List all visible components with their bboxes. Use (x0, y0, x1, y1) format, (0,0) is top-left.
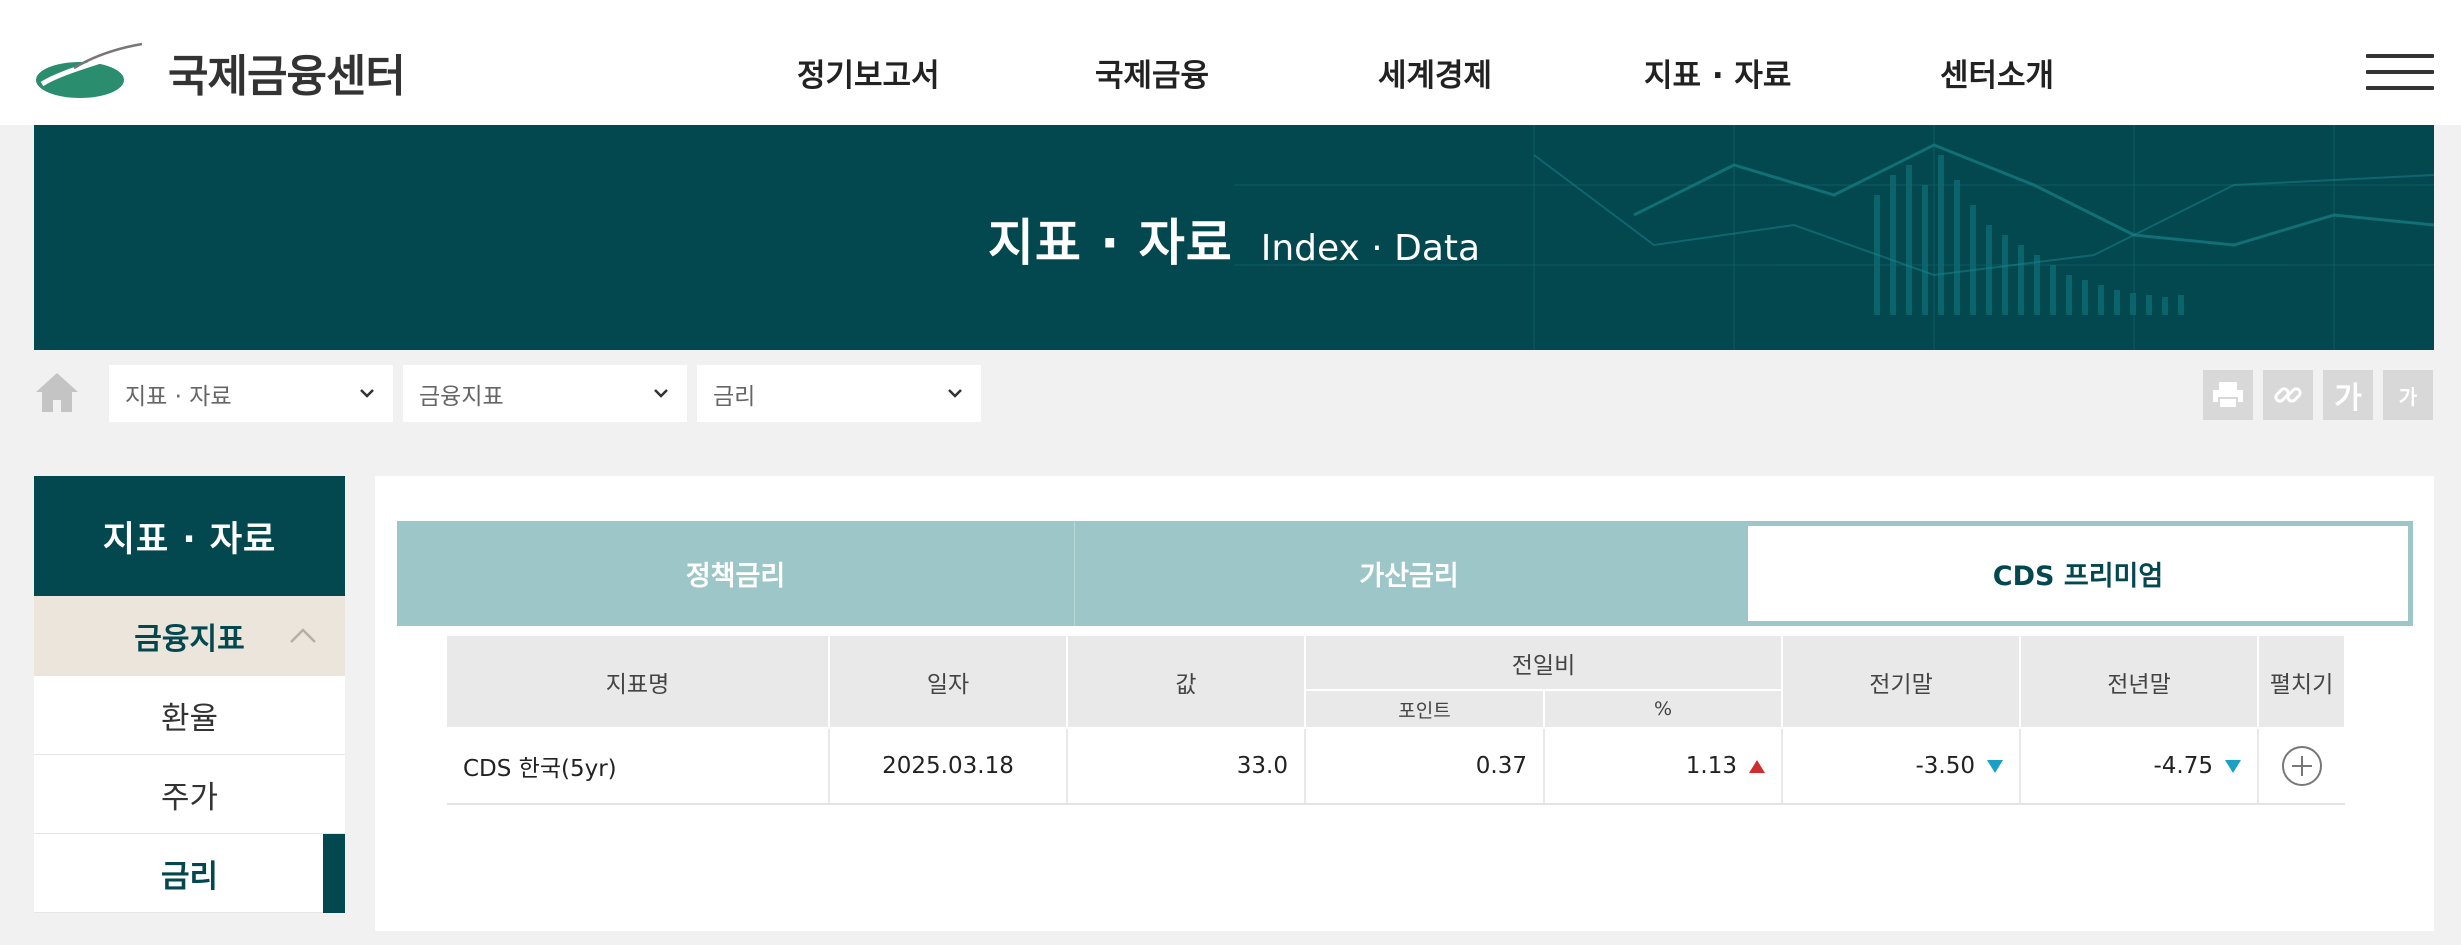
site-header: 국제금융센터 정기보고서 국제금융 세계경제 지표 · 자료 센터소개 (0, 0, 2461, 125)
breadcrumb-level2-label: 금융지표 (419, 383, 504, 410)
arrow-down-icon (2225, 760, 2242, 773)
nav-international-finance[interactable]: 국제금융 (1095, 50, 1209, 95)
change-pct-value: 1.13 (1685, 753, 1738, 779)
sidebar-category-label: 금융지표 (134, 622, 245, 657)
sidebar-item-label: 환율 (160, 700, 219, 737)
nav-periodic-reports[interactable]: 정기보고서 (797, 50, 940, 95)
arrow-down-icon (1987, 760, 2004, 773)
table-row: CDS 한국(5yr) 2025.03.18 33.0 0.37 1.13 -3… (447, 728, 2346, 805)
copy-link-button[interactable] (2263, 370, 2313, 420)
font-reduce-button[interactable]: 가 (2383, 370, 2433, 420)
print-button[interactable] (2203, 370, 2253, 420)
nav-about[interactable]: 센터소개 (1940, 50, 2054, 95)
sidebar-title: 지표 · 자료 (34, 476, 345, 596)
col-header-name: 지표명 (447, 636, 830, 729)
prev-year-value: -4.75 (2153, 753, 2214, 779)
sidebar-item-interest-rate[interactable]: 금리 (34, 834, 345, 913)
breadcrumb-select-level2[interactable]: 금융지표 (403, 365, 687, 422)
tab-cds-premium[interactable]: CDS 프리미엄 (1743, 521, 2413, 626)
breadcrumb-select-level1[interactable]: 지표 · 자료 (109, 365, 393, 422)
prev-period-value: -3.50 (1915, 753, 1976, 779)
indicator-table: 지표명 일자 값 전일비 전기말 전년말 펼치기 포인트 % CDS 한국(5y… (447, 636, 2347, 805)
col-header-change-point: 포인트 (1305, 690, 1545, 729)
banner-title-en: Index · Data (1260, 228, 1481, 269)
banner-title: 지표 · 자료 Index · Data (34, 203, 2434, 275)
tab-spread-rate[interactable]: 가산금리 (1075, 521, 1743, 626)
main-content: 정책금리 가산금리 CDS 프리미엄 지표명 일자 값 전일비 전기말 전년말 … (375, 476, 2434, 931)
cell-expand (2258, 728, 2346, 805)
home-icon[interactable] (34, 370, 80, 414)
col-header-change-pct: % (1544, 690, 1784, 729)
logo-text: 국제금융센터 (168, 51, 406, 102)
col-header-change: 전일비 (1305, 636, 1784, 691)
cell-name: CDS 한국(5yr) (447, 728, 830, 805)
sidebar-category-financial-index[interactable]: 금융지표 (34, 596, 345, 676)
sidebar-item-exchange-rate[interactable]: 환율 (34, 676, 345, 755)
chevron-up-icon (290, 628, 316, 643)
expand-plus-icon[interactable] (2282, 746, 2323, 786)
active-indicator (323, 834, 345, 913)
breadcrumb-level1-label: 지표 · 자료 (125, 383, 232, 410)
cell-change-point: 0.37 (1305, 728, 1545, 805)
sidebar-item-label: 주가 (160, 779, 219, 816)
page-banner: 지표 · 자료 Index · Data (34, 125, 2434, 350)
nav-index-data[interactable]: 지표 · 자료 (1644, 50, 1791, 95)
link-icon (2274, 387, 2302, 403)
col-header-expand: 펼치기 (2258, 636, 2347, 729)
chevron-down-icon (948, 389, 962, 398)
logo-emblem-icon (36, 42, 143, 98)
cell-prev-year: -4.75 (2020, 728, 2260, 805)
arrow-up-icon (1749, 760, 1766, 773)
banner-title-ko: 지표 · 자료 (987, 214, 1233, 272)
breadcrumb-level3-label: 금리 (713, 383, 756, 410)
col-header-date: 일자 (829, 636, 1068, 729)
font-enlarge-button[interactable]: 가 (2323, 370, 2373, 420)
sidebar-item-label: 금리 (160, 858, 219, 895)
cell-change-pct: 1.13 (1544, 728, 1784, 805)
col-header-prev-period: 전기말 (1782, 636, 2022, 729)
breadcrumb-select-level3[interactable]: 금리 (697, 365, 981, 422)
nav-world-economy[interactable]: 세계경제 (1378, 50, 1492, 95)
cell-prev-period: -3.50 (1782, 728, 2022, 805)
logo[interactable]: 국제금융센터 (34, 40, 406, 104)
tab-policy-rate[interactable]: 정책금리 (397, 521, 1075, 626)
col-header-value: 값 (1067, 636, 1306, 729)
tab-bar: 정책금리 가산금리 CDS 프리미엄 (397, 521, 2413, 626)
cell-date: 2025.03.18 (829, 728, 1068, 805)
chevron-down-icon (654, 389, 668, 398)
print-icon (2213, 382, 2243, 409)
sidebar-item-stock[interactable]: 주가 (34, 755, 345, 834)
cell-value: 33.0 (1067, 728, 1306, 805)
hamburger-menu-icon[interactable] (2366, 52, 2434, 92)
chevron-down-icon (360, 389, 374, 398)
col-header-prev-year: 전년말 (2020, 636, 2260, 729)
